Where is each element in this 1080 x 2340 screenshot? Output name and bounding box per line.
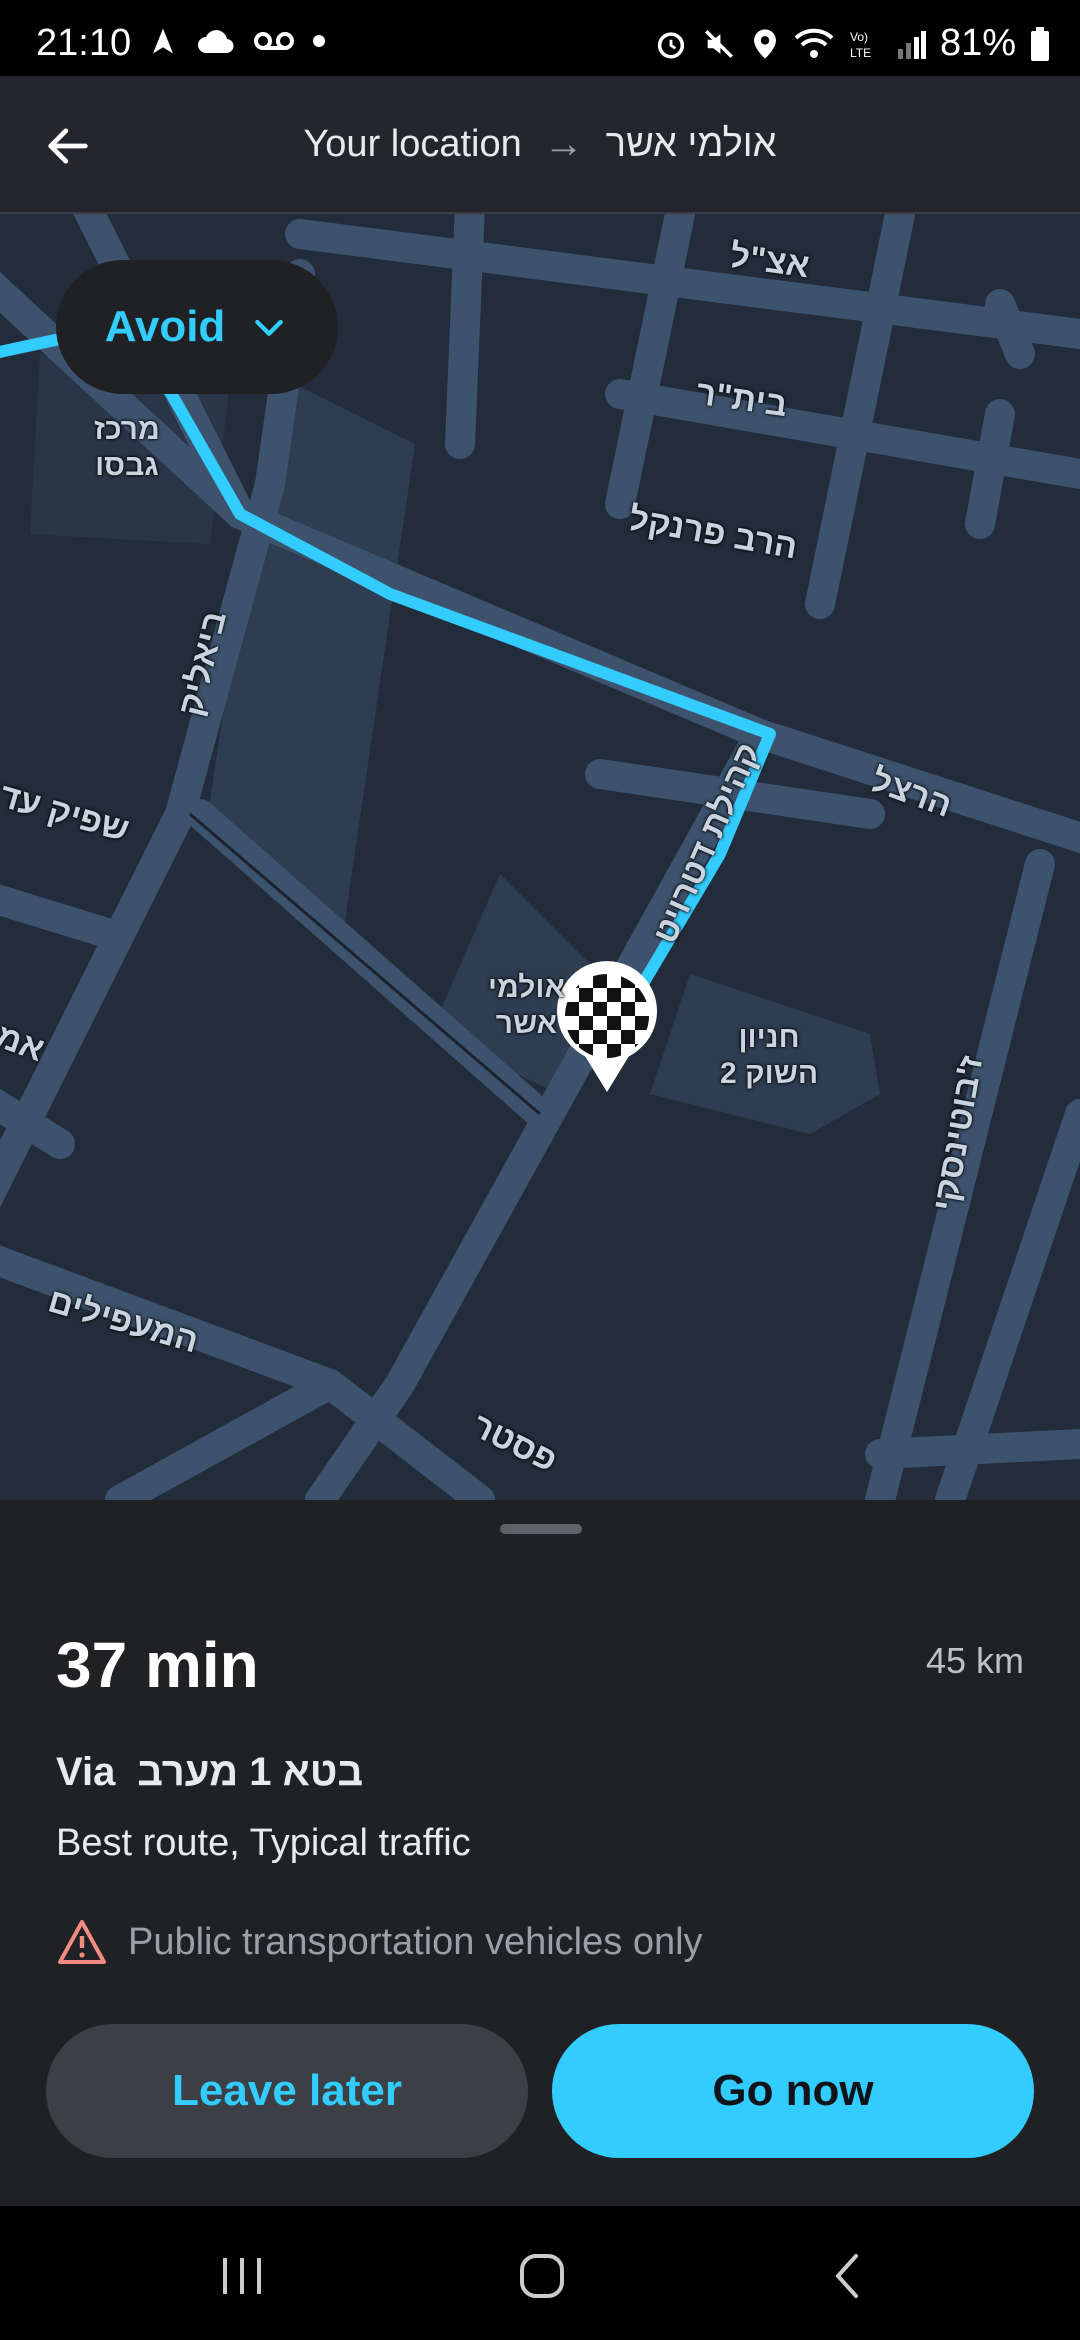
place-label: מרכז גבסו bbox=[94, 413, 160, 482]
alarm-icon bbox=[657, 31, 685, 59]
home-icon bbox=[520, 2254, 564, 2298]
warning-text: Public transportation vehicles only bbox=[128, 1920, 703, 1963]
avoid-button[interactable]: Avoid bbox=[56, 260, 338, 394]
route-header: Your location → אולמי אשר bbox=[0, 76, 1080, 214]
route-warning: Public transportation vehicles only bbox=[56, 1918, 703, 1966]
battery-icon bbox=[1031, 26, 1049, 61]
route-via: Via בטא 1 מערב bbox=[56, 1750, 363, 1795]
location-icon bbox=[754, 28, 776, 59]
navigation-icon bbox=[153, 28, 173, 54]
wifi-icon bbox=[794, 28, 834, 58]
dot-icon bbox=[313, 35, 325, 47]
sheet-drag-handle[interactable] bbox=[500, 1524, 582, 1534]
origin-label: Your location bbox=[303, 123, 522, 165]
route-duration: 37 min bbox=[56, 1629, 259, 1701]
recents-button[interactable] bbox=[212, 2246, 272, 2306]
route-summary: Best route, Typical traffic bbox=[56, 1822, 471, 1864]
battery-level: 81% bbox=[939, 22, 1016, 64]
voicemail-icon bbox=[254, 32, 294, 50]
route-details-sheet: 37 min 45 km Via בטא 1 מערב Best route, T… bbox=[0, 1500, 1080, 2206]
place-label: חניון השוק 2 bbox=[720, 1021, 819, 1090]
route-title: Your location → אולמי אשר bbox=[0, 122, 1080, 167]
home-button[interactable] bbox=[512, 2246, 572, 2306]
map-view[interactable]: אצ"ל בית"ר הרב פרנקל מרכז גבסו ביאליק הר… bbox=[0, 214, 1080, 1500]
cloud-icon bbox=[198, 30, 234, 54]
status-bar: 21:10 Vo) LTE 81% bbox=[0, 0, 1080, 76]
system-nav-bar bbox=[0, 2206, 1080, 2340]
arrow-right-icon: → bbox=[543, 122, 584, 166]
place-label: אולמי אשר bbox=[488, 971, 565, 1040]
route-distance: 45 km bbox=[925, 1640, 1024, 1681]
go-now-button[interactable]: Go now bbox=[552, 2024, 1034, 2158]
warning-icon bbox=[58, 1920, 106, 1964]
leave-later-button[interactable]: Leave later bbox=[46, 2024, 528, 2158]
destination-label: אולמי אשר bbox=[605, 123, 777, 165]
recents-icon bbox=[223, 2258, 261, 2294]
chevron-down-icon bbox=[255, 319, 284, 336]
status-time: 21:10 bbox=[36, 22, 132, 64]
map-roads bbox=[0, 214, 1080, 1500]
via-road: בטא 1 מערב bbox=[137, 1750, 364, 1794]
mute-icon bbox=[704, 29, 733, 58]
svg-text:Vo): Vo) bbox=[850, 30, 868, 44]
via-prefix: Via bbox=[56, 1750, 116, 1794]
volte-icon: Vo) LTE bbox=[850, 30, 871, 60]
chevron-left-icon bbox=[836, 2254, 858, 2298]
signal-icon bbox=[897, 30, 926, 59]
svg-text:LTE: LTE bbox=[850, 46, 871, 60]
avoid-label: Avoid bbox=[104, 302, 226, 351]
back-nav-button[interactable] bbox=[818, 2246, 878, 2306]
